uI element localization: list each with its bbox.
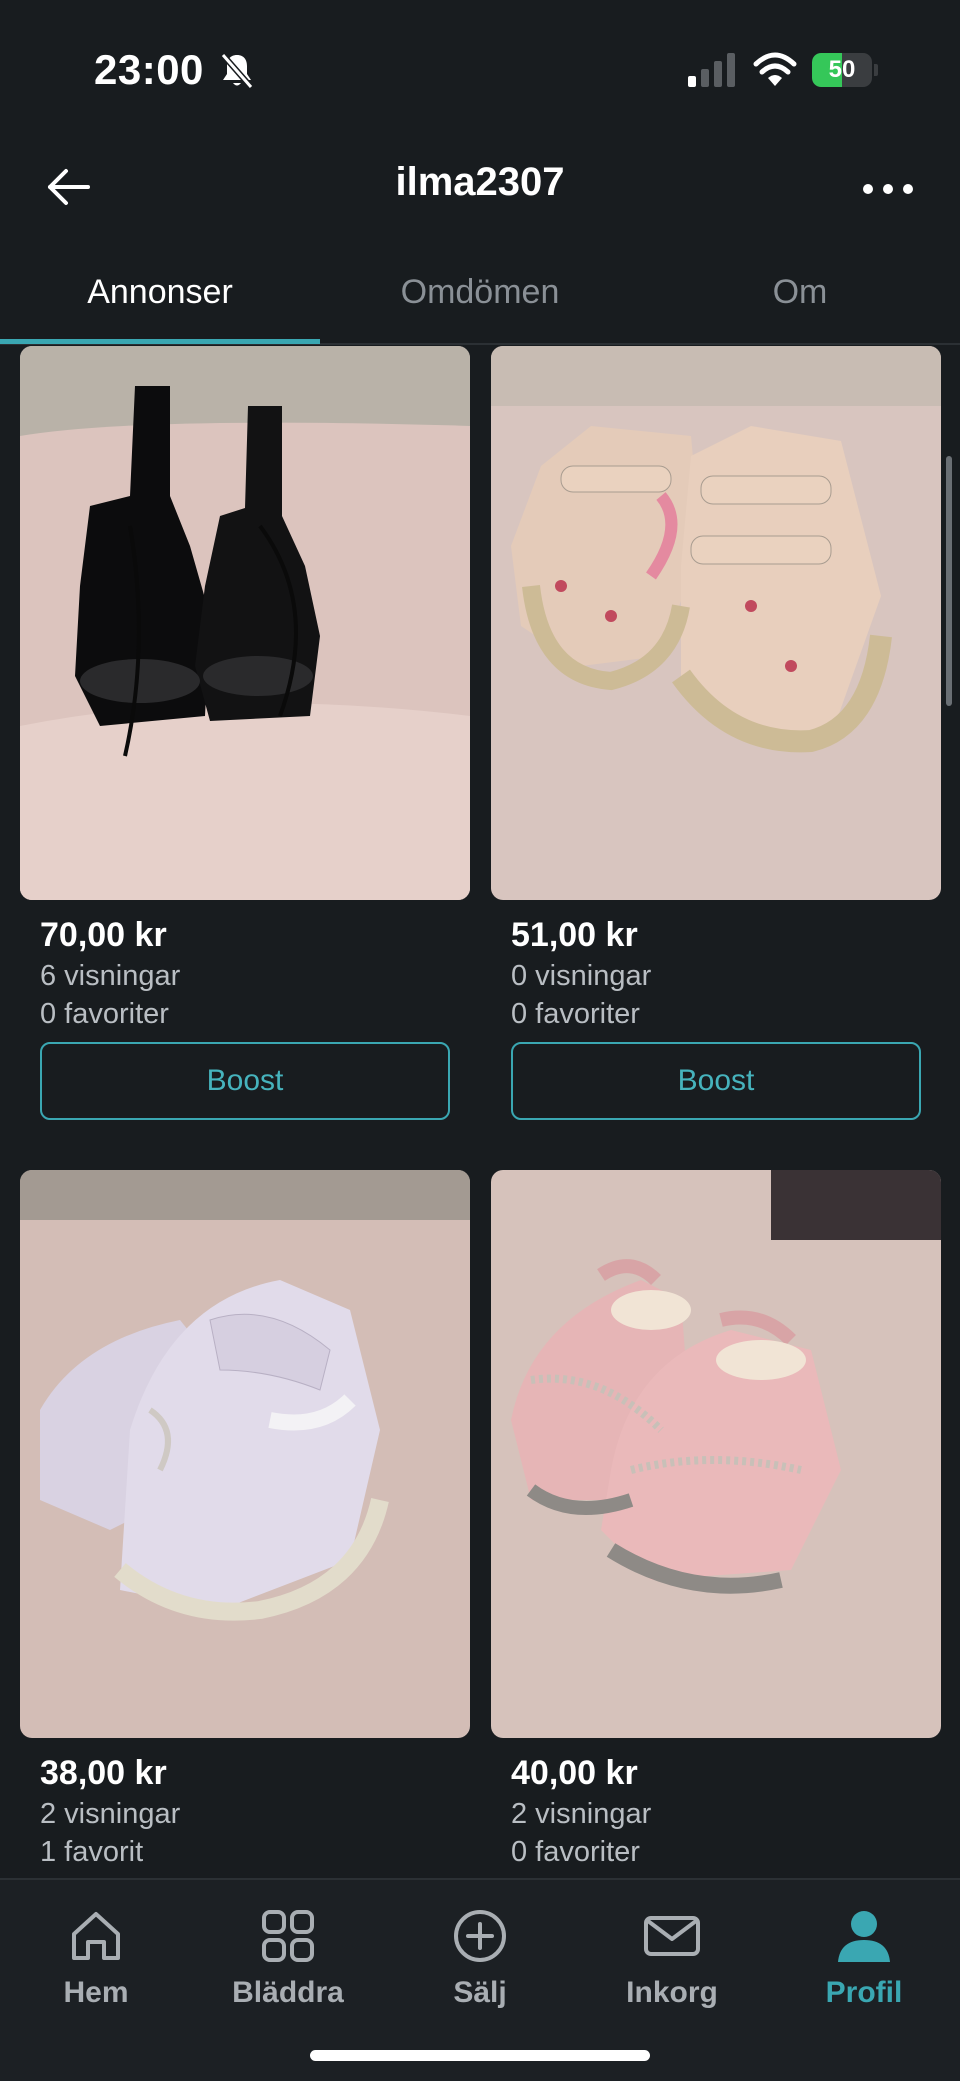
listing-photo[interactable] [20,346,470,900]
boost-button[interactable]: Boost [40,1042,450,1120]
tab-active-indicator [0,339,320,344]
nav-label: Inkorg [626,1976,718,2009]
listing-photo[interactable] [491,1170,941,1738]
signal-icon [688,53,735,87]
nav-label: Sälj [453,1976,507,2009]
nav-item-bladdra[interactable]: Bläddra [192,1894,384,2024]
home-indicator[interactable] [310,2050,650,2061]
battery-percent: 50 [828,56,856,83]
listing-price: 70,00 kr [40,916,167,954]
plus-circle-icon [454,1910,506,1962]
listing-views: 6 visningar [40,960,181,992]
nav-label: Hem [63,1976,129,2009]
listing-favorites: 1 favorit [40,1836,144,1868]
listing-favorites: 0 favoriter [511,998,640,1030]
mail-icon [644,1916,700,1956]
listing-favorites: 0 favoriter [511,1836,640,1868]
nav-item-hem[interactable]: Hem [0,1894,192,2024]
listing-views: 0 visningar [511,960,652,992]
listing-favorites: 0 favoriter [40,998,169,1030]
listing-views: 2 visningar [511,1798,652,1830]
listing-photo[interactable] [491,346,941,900]
listing-price: 51,00 kr [511,916,638,954]
person-icon [838,1911,890,1962]
listing-price: 40,00 kr [511,1754,638,1792]
battery-charging-icon: 50 [812,53,878,87]
scrollbar[interactable] [946,456,952,706]
listing-grid: 70,00 kr 6 visningar 0 favoriter Boost 5… [0,346,960,1878]
listing-views: 2 visningar [40,1798,181,1830]
status-bar: 23:00 50 [0,0,960,140]
nav-label: Bläddra [232,1976,344,2009]
boost-button[interactable]: Boost [511,1042,921,1120]
more-horizontal-icon[interactable] [858,164,918,214]
wifi-icon [753,52,797,86]
tab-annonser[interactable]: Annonser [0,273,320,312]
bell-slash-icon [220,53,254,89]
nav-item-profil[interactable]: Profil [768,1894,960,2024]
nav-header: ilma2307 [0,140,960,250]
tab-om[interactable]: Om [640,273,960,312]
listing-photo[interactable] [20,1170,470,1738]
listing-price: 38,00 kr [40,1754,167,1792]
nav-label: Profil [825,1976,903,2009]
profile-tabs: Annonser Omdömen Om [0,255,960,345]
status-time: 23:00 [94,46,204,93]
tab-omdomen[interactable]: Omdömen [320,273,640,312]
nav-item-salj[interactable]: Sälj [384,1894,576,2024]
grid-icon [262,1910,314,1962]
home-icon [72,1912,120,1960]
page-title: ilma2307 [395,160,565,204]
nav-item-inkorg[interactable]: Inkorg [576,1894,768,2024]
